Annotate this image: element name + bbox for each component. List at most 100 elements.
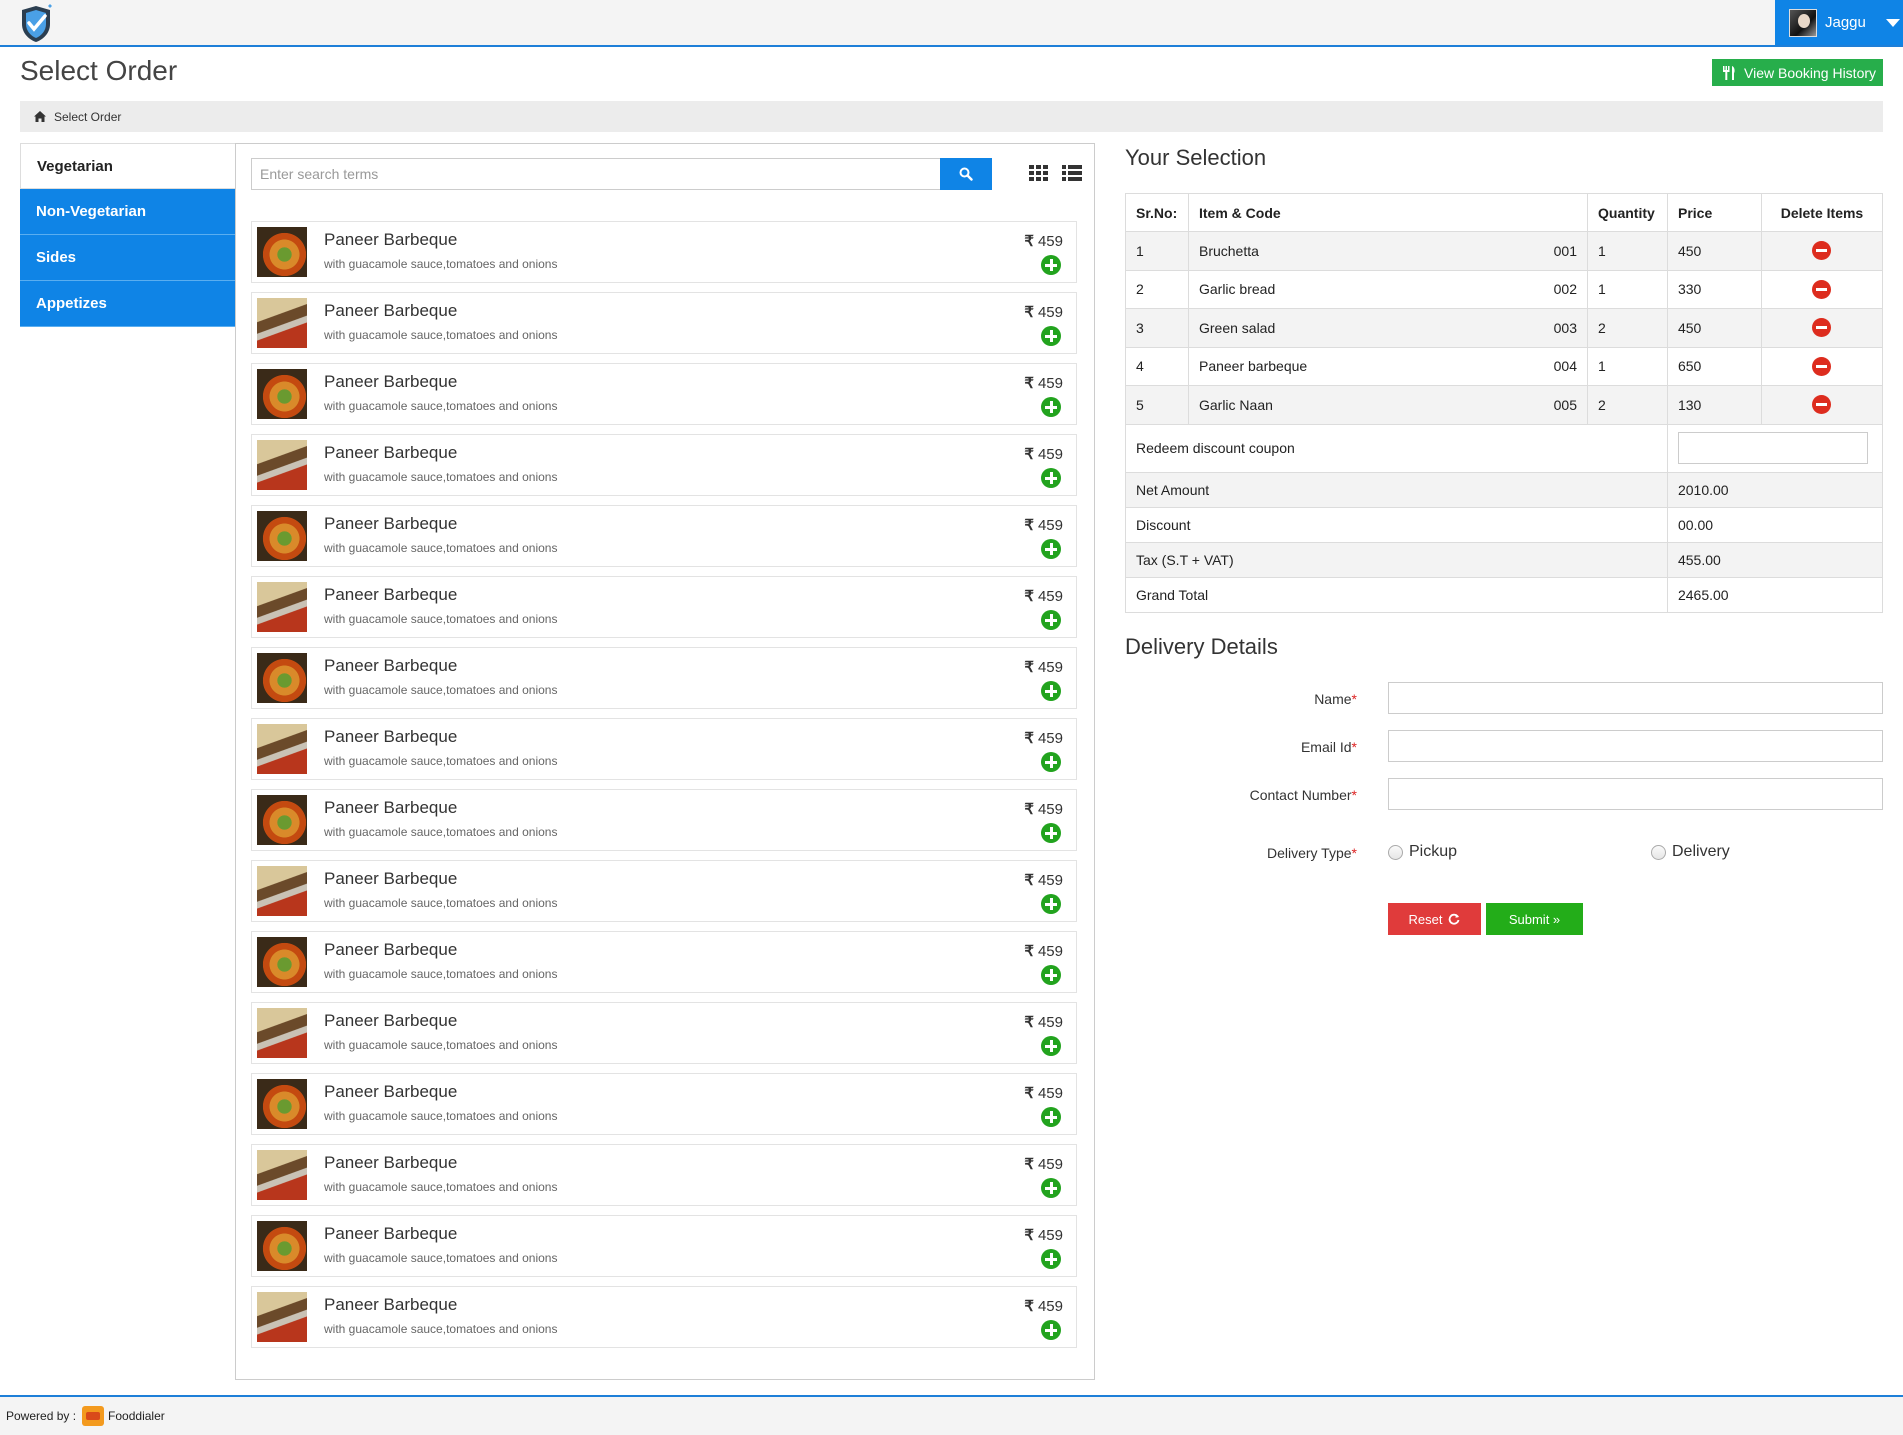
list-view-icon[interactable]	[1062, 165, 1082, 182]
item-price: ₹459	[1024, 374, 1063, 392]
search-icon	[959, 167, 973, 181]
item-name: Paneer Barbeque	[324, 372, 458, 391]
add-item-icon[interactable]	[1041, 894, 1061, 914]
pickup-radio[interactable]: Pickup	[1388, 843, 1457, 861]
submit-button[interactable]: Submit »	[1486, 903, 1583, 935]
item-name: Paneer Barbeque	[324, 1011, 458, 1030]
item-price: ₹459	[1024, 1084, 1063, 1102]
add-item-icon[interactable]	[1041, 823, 1061, 843]
item-description: with guacamole sauce,tomatoes and onions	[324, 1038, 558, 1052]
price-value: 459	[1037, 517, 1063, 534]
delete-item-icon[interactable]	[1812, 356, 1832, 376]
add-item-icon[interactable]	[1041, 255, 1061, 275]
item-name: Paneer Barbeque	[324, 1295, 458, 1314]
list-item: Paneer Barbeque with guacamole sauce,toma…	[251, 647, 1077, 709]
price-value: 459	[1037, 588, 1063, 605]
reset-button[interactable]: Reset	[1388, 903, 1481, 935]
summary-row: Tax (S.T + VAT) 455.00	[1125, 541, 1884, 578]
add-item-icon[interactable]	[1041, 681, 1061, 701]
cutlery-icon	[1723, 65, 1735, 80]
item-name: Paneer Barbeque	[324, 301, 458, 320]
required-mark: *	[1351, 691, 1357, 707]
rupee-icon: ₹	[1024, 872, 1034, 889]
summary-value: 2010.00	[1666, 471, 1884, 508]
item-name: Paneer Barbeque	[324, 1224, 458, 1243]
delivery-type-label-text: Delivery Type	[1266, 845, 1352, 861]
item-code: 001	[1553, 242, 1577, 259]
contact-number-field[interactable]	[1388, 778, 1883, 810]
cell-delete	[1760, 269, 1884, 309]
table-row: 3 Green salad 003 2 450	[1125, 308, 1884, 348]
cell-price: 450	[1666, 231, 1762, 271]
food-image	[257, 866, 307, 916]
add-item-icon[interactable]	[1041, 610, 1061, 630]
cell-srno: 2	[1125, 269, 1189, 309]
price-value: 459	[1037, 943, 1063, 960]
category-appetizes[interactable]: Appetizes	[20, 281, 236, 327]
name-field[interactable]	[1388, 682, 1883, 714]
delete-item-icon[interactable]	[1812, 395, 1832, 415]
price-value: 459	[1037, 872, 1063, 889]
add-item-icon[interactable]	[1041, 1107, 1061, 1127]
cell-srno: 4	[1125, 346, 1189, 386]
coupon-input[interactable]	[1677, 432, 1868, 464]
rupee-icon: ₹	[1024, 730, 1034, 747]
refresh-icon	[1449, 913, 1460, 925]
item-name: Paneer Barbeque	[324, 727, 458, 746]
chevron-down-icon	[1885, 18, 1900, 27]
add-item-icon[interactable]	[1041, 539, 1061, 559]
view-booking-history-button[interactable]: View Booking History	[1712, 59, 1883, 86]
email-label-text: Email Id	[1300, 739, 1352, 755]
home-icon[interactable]	[34, 111, 46, 122]
summary-row: Grand Total 2465.00	[1125, 576, 1884, 613]
add-item-icon[interactable]	[1041, 1249, 1061, 1269]
cell-srno: 5	[1125, 385, 1189, 425]
item-price: ₹459	[1024, 1226, 1063, 1244]
summary-value: 455.00	[1666, 541, 1884, 578]
item-price: ₹459	[1024, 1155, 1063, 1173]
add-item-icon[interactable]	[1041, 1178, 1061, 1198]
list-item: Paneer Barbeque with guacamole sauce,toma…	[251, 576, 1077, 638]
name-label: Name*	[1157, 691, 1357, 707]
item-price: ₹459	[1024, 516, 1063, 534]
delete-item-icon[interactable]	[1812, 241, 1832, 261]
cell-item: Bruchetta 001	[1187, 231, 1589, 271]
price-value: 459	[1037, 446, 1063, 463]
delivery-radio[interactable]: Delivery	[1651, 843, 1730, 861]
add-item-icon[interactable]	[1041, 965, 1061, 985]
search-input[interactable]	[251, 158, 941, 190]
delete-item-icon[interactable]	[1812, 279, 1832, 299]
user-menu-dropdown[interactable]: Jaggu	[1775, 0, 1903, 45]
cell-price: 650	[1666, 346, 1762, 386]
required-mark: *	[1351, 739, 1357, 755]
email-field[interactable]	[1388, 730, 1883, 762]
add-item-icon[interactable]	[1041, 468, 1061, 488]
selection-body: 1 Bruchetta 001 1 450 2 Garlic bread 002 1 330 3 Gr…	[1125, 231, 1884, 613]
breadcrumb-current: Select Order	[54, 109, 122, 124]
add-item-icon[interactable]	[1041, 1036, 1061, 1056]
add-item-icon[interactable]	[1041, 326, 1061, 346]
delivery-title: Delivery Details	[1125, 634, 1278, 659]
rupee-icon: ₹	[1024, 233, 1034, 250]
category-vegetarian[interactable]: Vegetarian	[20, 143, 236, 189]
list-item: Paneer Barbeque with guacamole sauce,toma…	[251, 860, 1077, 922]
delete-item-icon[interactable]	[1812, 318, 1832, 338]
table-row: 5 Garlic Naan 005 2 130	[1125, 385, 1884, 425]
table-row: 1 Bruchetta 001 1 450	[1125, 231, 1884, 271]
search-button[interactable]	[940, 158, 992, 190]
add-item-icon[interactable]	[1041, 1320, 1061, 1340]
list-item: Paneer Barbeque with guacamole sauce,toma…	[251, 931, 1077, 993]
cell-quantity: 1	[1587, 346, 1668, 386]
shield-logo-icon[interactable]	[14, 4, 58, 44]
cell-quantity: 1	[1587, 231, 1668, 271]
required-mark: *	[1351, 845, 1357, 861]
cell-srno: 1	[1125, 231, 1189, 271]
radio-circle-icon	[1388, 844, 1403, 860]
category-non-vegetarian[interactable]: Non-Vegetarian	[20, 189, 236, 235]
grid-view-icon[interactable]	[1029, 165, 1049, 182]
list-item: Paneer Barbeque with guacamole sauce,toma…	[251, 1286, 1077, 1348]
add-item-icon[interactable]	[1041, 397, 1061, 417]
add-item-icon[interactable]	[1041, 752, 1061, 772]
category-sides[interactable]: Sides	[20, 235, 236, 281]
rupee-icon: ₹	[1024, 659, 1034, 676]
